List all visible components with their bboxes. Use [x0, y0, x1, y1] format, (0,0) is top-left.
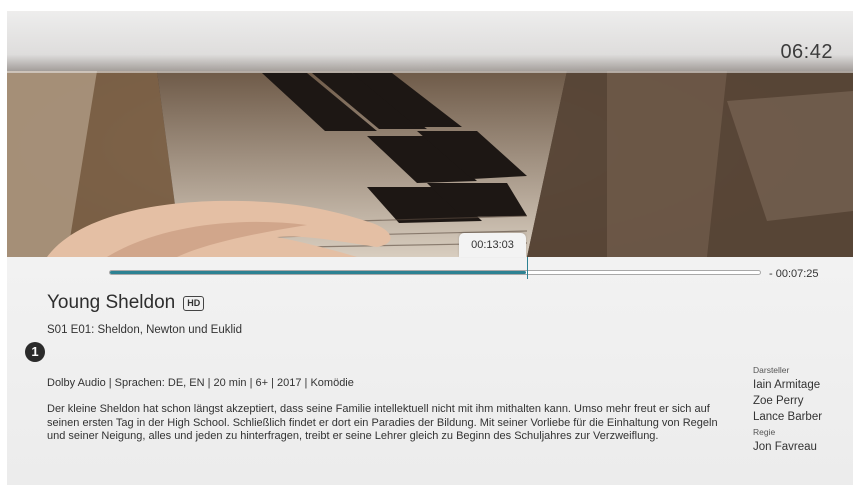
- episode-title: S01 E01: Sheldon, Newton und Euklid: [47, 324, 242, 336]
- title-row: Young Sheldon HD: [47, 292, 205, 314]
- cast-member: Zoe Perry: [753, 395, 804, 407]
- number-badge: 1: [25, 342, 45, 362]
- program-meta: Dolby Audio | Sprachen: DE, EN | 20 min …: [47, 377, 354, 389]
- progress-marker: [527, 257, 528, 279]
- progress-fill: [110, 271, 526, 274]
- cast-member: Iain Armitage: [753, 379, 821, 391]
- tv-screen: 06:42 00:13:03 - 00:07:25 Young Sheldon …: [7, 11, 853, 485]
- progress-bar[interactable]: [109, 270, 761, 275]
- credits: Darsteller Iain Armitage Zoe Perry Lance…: [753, 365, 853, 455]
- top-overlay: [7, 11, 853, 73]
- cast-member: Lance Barber: [753, 411, 823, 423]
- program-description: Der kleine Sheldon hat schon längst akze…: [47, 403, 718, 442]
- video-frame: 06:42: [7, 11, 853, 257]
- playback-position-time: 00:13:03: [459, 233, 526, 257]
- hd-badge: HD: [183, 295, 205, 311]
- clock: 06:42: [780, 41, 833, 63]
- remaining-time: - 00:07:25: [769, 268, 819, 280]
- cast-label: Darsteller: [753, 365, 790, 375]
- director-name: Jon Favreau: [753, 441, 817, 453]
- program-title: Young Sheldon: [47, 292, 176, 313]
- director-label: Regie: [753, 427, 776, 437]
